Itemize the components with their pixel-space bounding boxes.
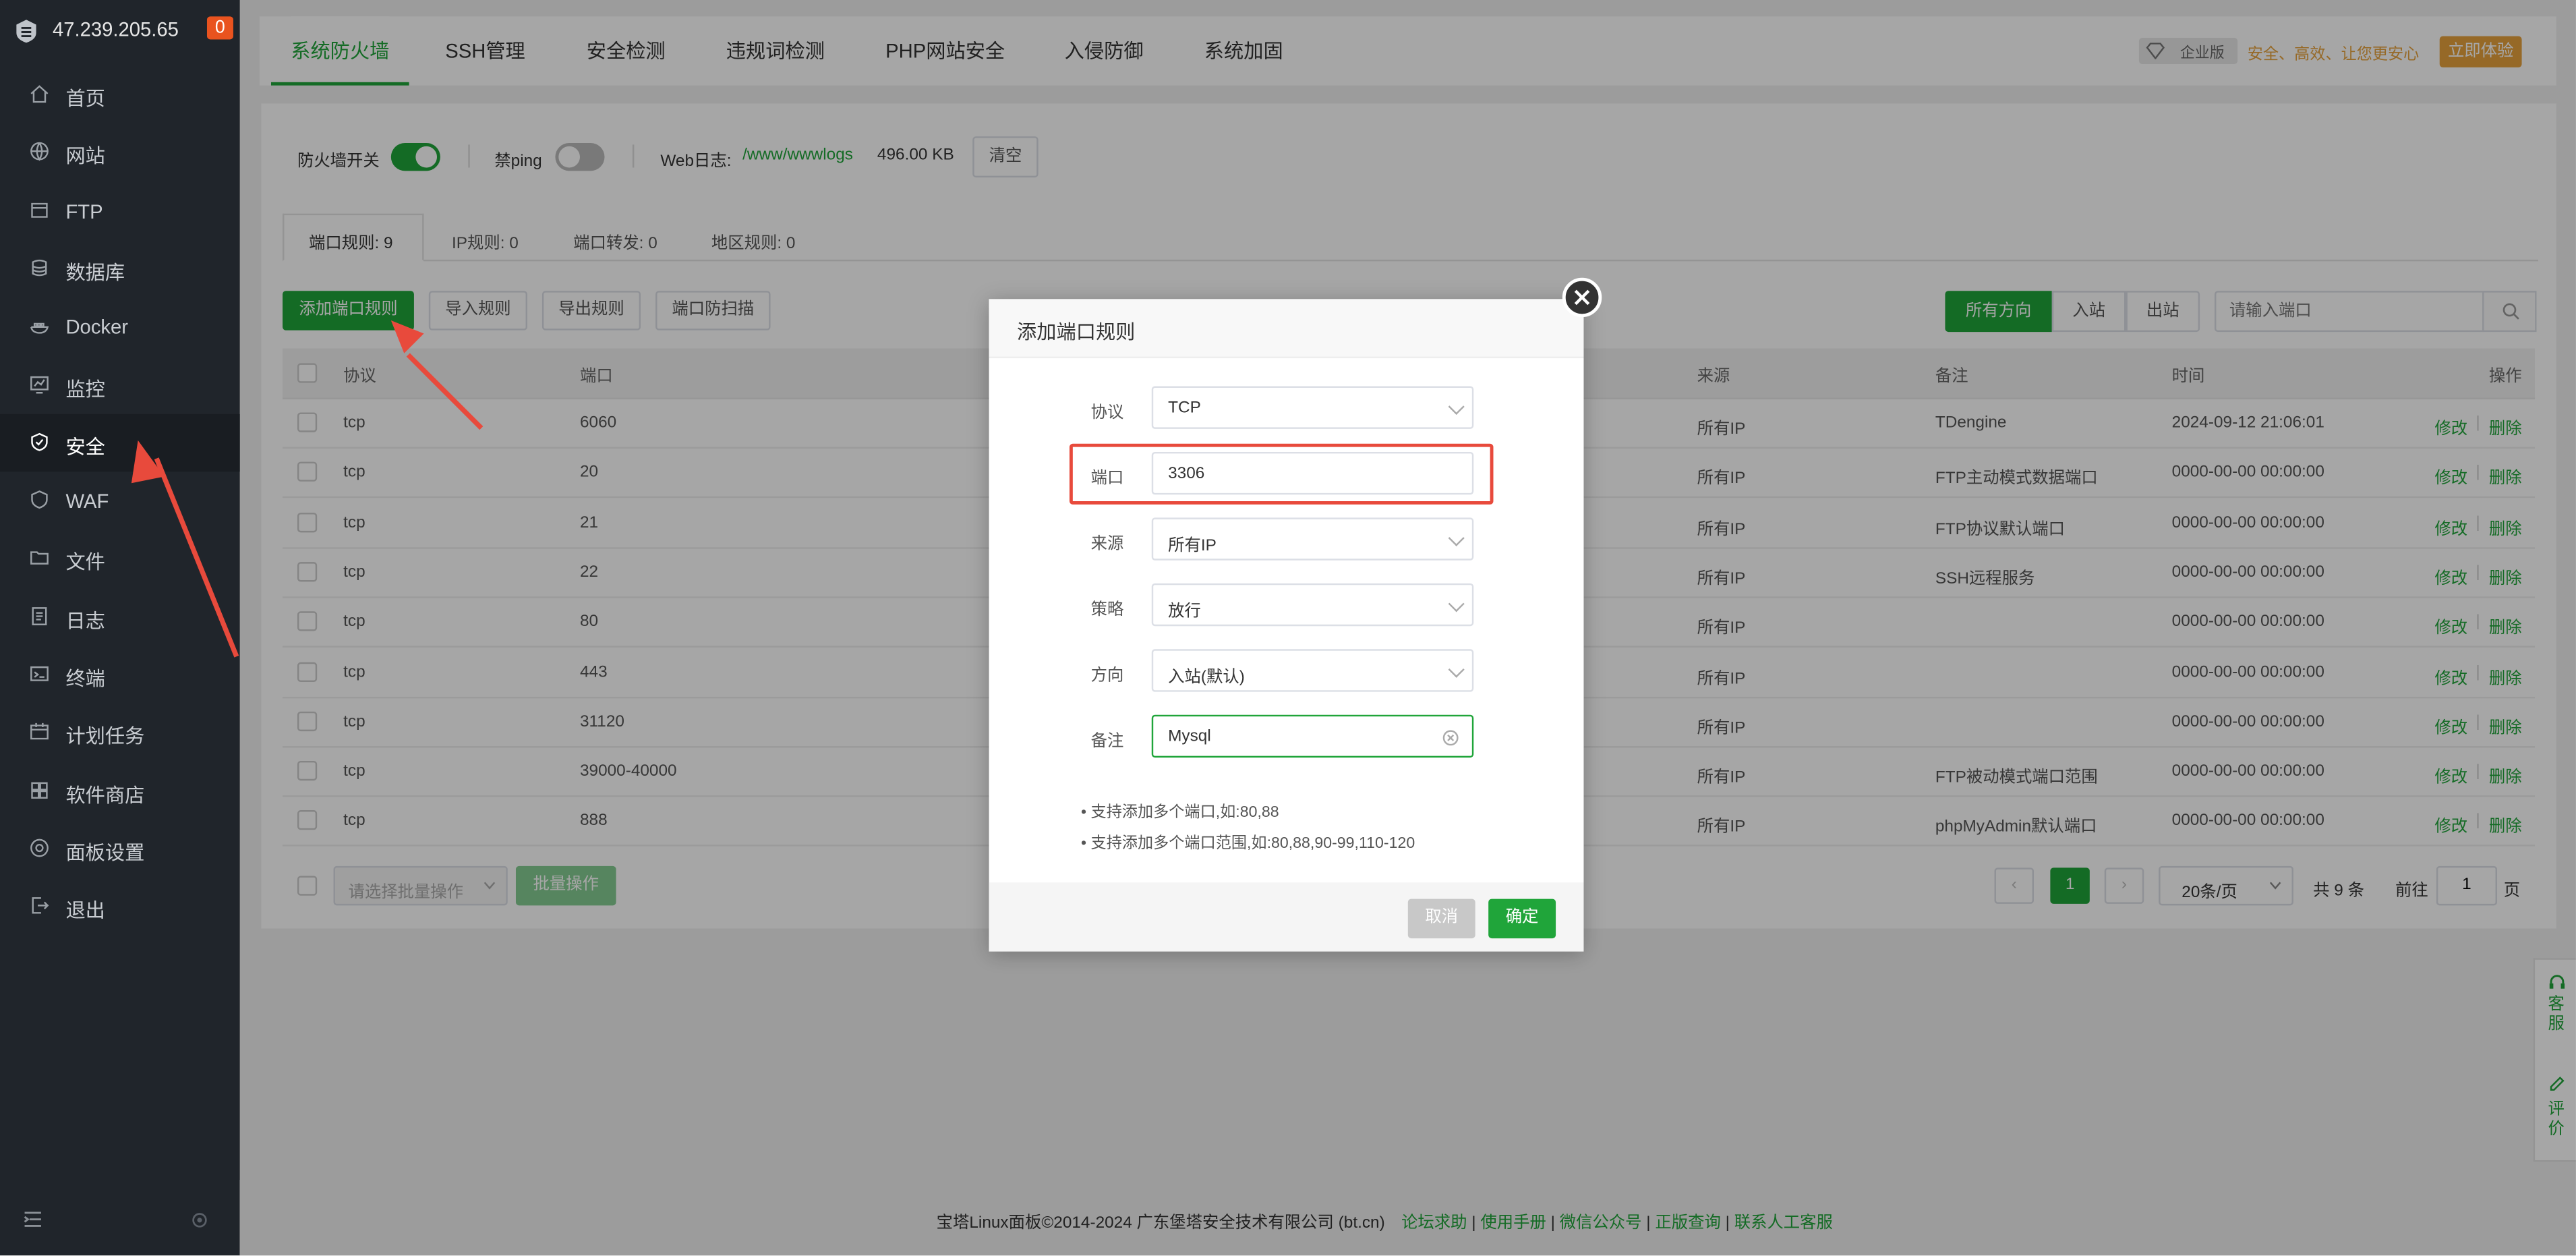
waf-icon xyxy=(31,490,48,509)
database-icon xyxy=(32,259,47,277)
sidebar-item-store[interactable]: 软件商店 xyxy=(0,762,240,819)
log-icon xyxy=(32,606,47,625)
sidebar: 47.239.205.65 0 首页网站 FTP 数据库 Docker 监控安全 WAF 文… xyxy=(0,0,240,1256)
port-highlight-box xyxy=(1069,443,1494,505)
source-select[interactable]: 所有IP xyxy=(1151,517,1474,561)
sidebar-item-label: WAF xyxy=(65,490,109,513)
sidebar-item-settings[interactable]: 面板设置 xyxy=(0,820,240,877)
sidebar-item-shield[interactable]: 安全 xyxy=(0,413,240,472)
arrowhead-security xyxy=(131,440,165,484)
dialog-title-bar: 添加端口规则 xyxy=(989,299,1584,359)
settings-icon xyxy=(30,838,49,857)
note-input[interactable]: Mysql xyxy=(1151,714,1474,758)
collapse-menu-icon[interactable] xyxy=(23,1209,42,1229)
folder-icon xyxy=(30,552,49,565)
notification-badge[interactable]: 0 xyxy=(206,16,233,40)
ftp-icon xyxy=(31,202,48,217)
sidebar-item-label: 文件 xyxy=(65,551,105,575)
sidebar-settings-icon[interactable] xyxy=(191,1211,209,1229)
store-icon xyxy=(31,781,48,799)
globe-icon xyxy=(30,142,49,162)
sidebar-item-logout[interactable]: 退出 xyxy=(0,878,240,935)
sidebar-item-waf[interactable]: WAF xyxy=(0,472,240,529)
strategy-select[interactable]: 放行 xyxy=(1151,583,1474,627)
sidebar-item-label: 安全 xyxy=(65,435,105,459)
protocol-label: 协议 xyxy=(1090,404,1124,423)
sidebar-header: 47.239.205.65 0 xyxy=(13,13,233,49)
chevron-down-icon xyxy=(1448,661,1465,678)
sidebar-item-globe[interactable]: 网站 xyxy=(0,123,240,181)
sidebar-item-label: 数据库 xyxy=(65,261,125,285)
dialog-title: 添加端口规则 xyxy=(1017,320,1136,344)
sidebar-item-database[interactable]: 数据库 xyxy=(0,239,240,297)
chevron-down-icon xyxy=(1448,596,1465,612)
sidebar-item-terminal[interactable]: 终端 xyxy=(0,646,240,703)
sidebar-item-label: 软件商店 xyxy=(65,783,145,807)
sidebar-item-label: 网站 xyxy=(65,145,105,169)
shield-icon xyxy=(31,432,48,451)
sidebar-item-label: 退出 xyxy=(65,899,105,923)
protocol-select[interactable]: TCP xyxy=(1151,386,1474,429)
sidebar-item-label: 首页 xyxy=(65,87,105,111)
strategy-label: 策略 xyxy=(1090,601,1124,620)
sidebar-item-label: 计划任务 xyxy=(65,725,145,749)
sidebar-item-label: 面板设置 xyxy=(65,841,145,865)
close-icon xyxy=(1574,289,1590,306)
sidebar-item-label: 日志 xyxy=(65,609,105,633)
tip-1: • 支持添加多个端口,如:80,88 xyxy=(1081,803,1279,822)
bt-logo-icon xyxy=(16,20,36,43)
sidebar-item-label: Docker xyxy=(65,316,129,339)
sidebar-item-ftp[interactable]: FTP xyxy=(0,181,240,239)
terminal-icon xyxy=(30,666,49,681)
clear-input-icon[interactable] xyxy=(1442,730,1459,746)
sidebar-item-label: 监控 xyxy=(65,377,105,401)
dialog-close-button[interactable] xyxy=(1562,277,1602,318)
dialog-footer: 取消 确定 xyxy=(989,882,1584,952)
calendar-icon xyxy=(30,723,49,741)
sidebar-item-log[interactable]: 日志 xyxy=(0,588,240,645)
sidebar-item-calendar[interactable]: 计划任务 xyxy=(0,704,240,761)
tip-2: • 支持添加多个端口范围,如:80,88,90-99,110-120 xyxy=(1081,834,1415,853)
sidebar-item-label: FTP xyxy=(65,200,103,223)
sidebar-item-label: 终端 xyxy=(65,667,105,691)
server-ip: 47.239.205.65 xyxy=(52,18,179,41)
sidebar-item-docker[interactable]: Docker xyxy=(0,297,240,355)
sidebar-item-monitor[interactable]: 监控 xyxy=(0,355,240,413)
docker-icon xyxy=(30,323,49,335)
chevron-down-icon xyxy=(1448,530,1465,546)
monitor-icon xyxy=(30,375,49,393)
source-label: 来源 xyxy=(1090,536,1124,554)
direction-select[interactable]: 入站(默认) xyxy=(1151,649,1474,692)
sidebar-item-home[interactable]: 首页 xyxy=(0,65,240,123)
note-label: 备注 xyxy=(1090,733,1124,751)
arrowhead-add xyxy=(390,320,424,353)
cancel-button[interactable]: 取消 xyxy=(1407,898,1475,939)
confirm-button[interactable]: 确定 xyxy=(1488,898,1556,939)
direction-label: 方向 xyxy=(1090,667,1124,685)
logout-icon xyxy=(32,897,49,914)
home-icon xyxy=(30,85,49,103)
chevron-down-icon xyxy=(1448,398,1465,416)
